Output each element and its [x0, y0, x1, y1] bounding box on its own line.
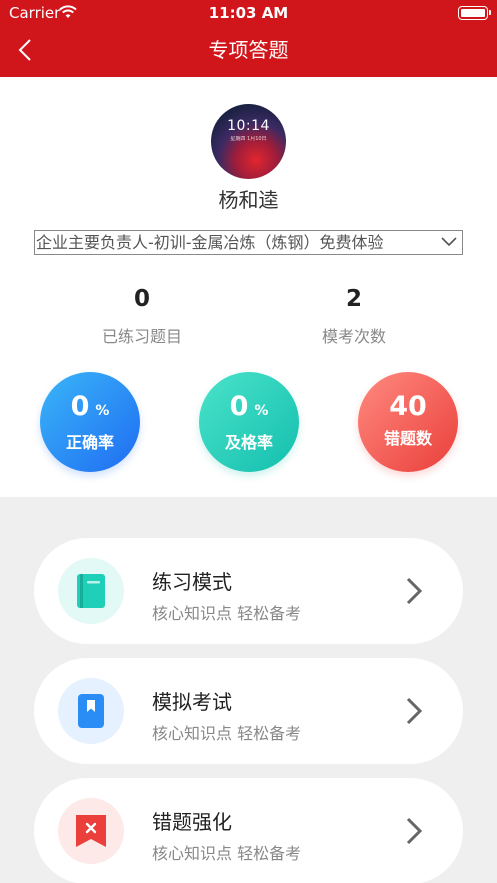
stat-practiced-label: 已练习题目 [101, 327, 182, 346]
practice-mode-card[interactable]: 练习模式 核心知识点 轻松备考 [34, 538, 463, 644]
course-select[interactable]: 企业主要负责人-初训-金属冶炼（炼钢）免费体验 [34, 230, 463, 255]
avatar[interactable]: 10:14 星期四 1月10日 [211, 104, 286, 179]
avatar-clock: 10:14 [227, 118, 270, 134]
chevron-down-icon [441, 237, 457, 247]
pass-rate-label: 及格率 [224, 433, 273, 452]
mock-exam-subtitle: 核心知识点 轻松备考 [152, 724, 302, 743]
stat-practiced: 0 已练习题目 [62, 286, 222, 347]
wrong-count-value: 40 [389, 391, 427, 422]
wrong-questions-subtitle: 核心知识点 轻松备考 [152, 844, 302, 863]
practice-mode-title: 练习模式 [152, 570, 232, 594]
chevron-right-icon [406, 697, 423, 725]
practice-mode-subtitle: 核心知识点 轻松备考 [152, 604, 302, 623]
status-bar: Carrier 11:03 AM [0, 0, 497, 26]
app-header: Carrier 11:03 AM 专项答题 [0, 0, 497, 77]
profile-panel: 10:14 星期四 1月10日 杨和逵 企业主要负责人-初训-金属冶炼（炼钢）免… [0, 77, 497, 497]
chevron-right-icon [406, 577, 423, 605]
status-time: 11:03 AM [208, 4, 289, 22]
stat-mock-exams-label: 模考次数 [321, 327, 386, 346]
stat-mock-exams: 2 模考次数 [274, 286, 434, 347]
wrong-questions-card[interactable]: 错题强化 核心知识点 轻松备考 [34, 778, 463, 883]
avatar-date: 星期四 1月10日 [230, 136, 267, 142]
wrong-count-label: 错题数 [383, 429, 432, 448]
page-title: 专项答题 [208, 38, 289, 62]
accuracy-rate-value: 0 [70, 391, 90, 422]
wrong-count-badge[interactable]: 40 错题数 [358, 372, 458, 472]
accuracy-rate-badge: 0% 正确率 [40, 372, 140, 472]
pass-rate-unit: % [254, 403, 269, 419]
user-name: 杨和逵 [218, 188, 279, 212]
wrong-questions-title: 错题强化 [152, 810, 232, 834]
accuracy-rate-label: 正确率 [65, 433, 114, 452]
mock-exam-title: 模拟考试 [152, 690, 232, 714]
error-flag-icon [58, 798, 124, 864]
battery-icon [458, 6, 491, 20]
chevron-right-icon [406, 817, 423, 845]
mock-exam-card[interactable]: 模拟考试 核心知识点 轻松备考 [34, 658, 463, 764]
bookmark-icon [58, 678, 124, 744]
book-icon [58, 558, 124, 624]
stat-mock-exams-value: 2 [345, 286, 362, 312]
course-select-value: 企业主要负责人-初训-金属冶炼（炼钢）免费体验 [36, 233, 384, 252]
pass-rate-value: 0 [229, 391, 249, 422]
accuracy-rate-unit: % [95, 403, 110, 419]
stat-practiced-value: 0 [133, 286, 150, 312]
pass-rate-badge: 0% 及格率 [199, 372, 299, 472]
